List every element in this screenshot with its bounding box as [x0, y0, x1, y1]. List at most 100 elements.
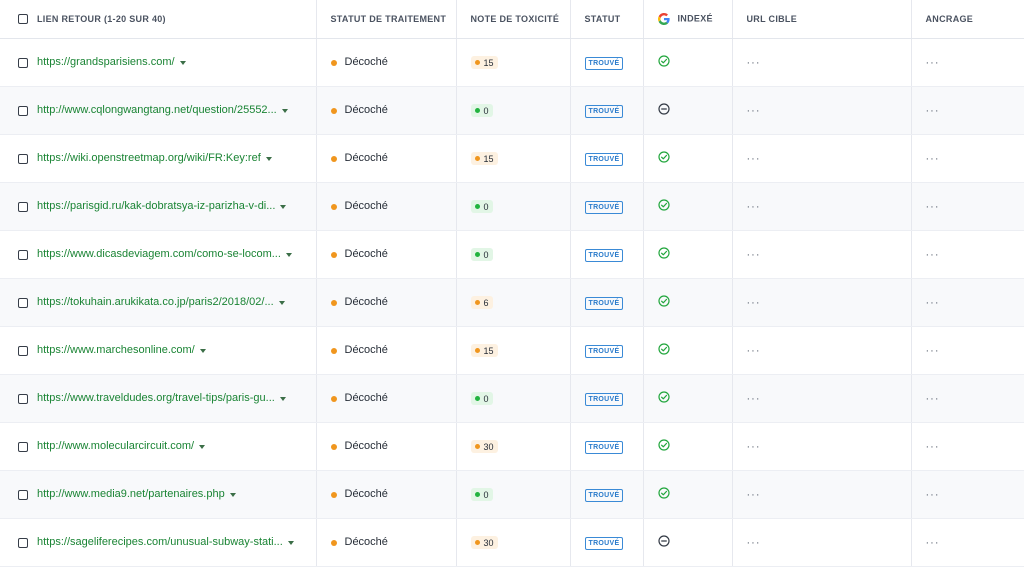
toxicity-value: 0: [483, 489, 489, 500]
toxicity-dot-icon: [474, 204, 480, 209]
cell-indexed: [643, 38, 733, 87]
cell-backlink: https://sageliferecipes.com/unusual-subw…: [0, 518, 317, 567]
backlink-url-link[interactable]: https://wiki.openstreetmap.org/wiki/FR:K…: [37, 153, 261, 165]
check-circle-icon: [657, 151, 670, 166]
cell-indexed: [643, 86, 733, 135]
caret-down-icon[interactable]: [199, 348, 206, 353]
cell-backlink: https://tokuhain.arukikata.co.jp/paris2/…: [0, 278, 317, 327]
status-badge: TROUVÉ: [584, 536, 624, 550]
cell-target-url: ···: [732, 86, 912, 135]
header-anchor[interactable]: ANCRAGE: [911, 0, 1024, 39]
status-badge: TROUVÉ: [584, 56, 624, 70]
header-target-url[interactable]: URL CIBLE: [732, 0, 912, 39]
row-checkbox[interactable]: [18, 297, 28, 308]
processing-status-text: Décoché: [344, 56, 388, 69]
toxicity-badge: 0: [470, 488, 493, 501]
row-checkbox[interactable]: [18, 105, 28, 116]
backlink-url-link[interactable]: https://www.dicasdeviagem.com/como-se-lo…: [37, 249, 281, 261]
header-toxicity[interactable]: NOTE DE TOXICITÉ: [456, 0, 571, 39]
caret-down-icon[interactable]: [229, 492, 236, 497]
cell-status: TROUVÉ: [570, 470, 644, 519]
toxicity-value: 30: [483, 537, 494, 548]
backlink-url-link[interactable]: https://parisgid.ru/kak-dobratsya-iz-par…: [37, 201, 275, 213]
status-badge: TROUVÉ: [584, 104, 624, 118]
cell-processing-status: Décoché: [316, 374, 457, 423]
header-status[interactable]: STATUT: [570, 0, 644, 39]
status-dot-icon: [330, 395, 337, 402]
row-checkbox[interactable]: [18, 537, 28, 548]
caret-down-icon[interactable]: [285, 252, 292, 257]
caret-down-icon[interactable]: [278, 300, 285, 305]
header-backlink-label: LIEN RETOUR (1-20 SUR 40): [37, 13, 166, 24]
minus-circle-icon: [657, 535, 670, 550]
target-url-value: ···: [746, 488, 761, 501]
cell-anchor: ···: [911, 38, 1024, 87]
cell-target-url: ···: [732, 422, 912, 471]
cell-target-url: ···: [732, 134, 912, 183]
cell-backlink: https://www.marchesonline.com/: [0, 326, 317, 375]
caret-down-icon[interactable]: [281, 108, 288, 113]
toxicity-badge: 15: [470, 56, 498, 69]
check-circle-icon: [657, 439, 670, 454]
backlink-url-link[interactable]: https://www.traveldudes.org/travel-tips/…: [37, 393, 275, 405]
toxicity-dot-icon: [474, 300, 480, 305]
backlink-url-link[interactable]: http://www.media9.net/partenaires.php: [37, 489, 225, 501]
row-checkbox[interactable]: [18, 441, 28, 452]
row-checkbox[interactable]: [18, 201, 28, 212]
cell-processing-status: Décoché: [316, 86, 457, 135]
caret-down-icon[interactable]: [199, 444, 206, 449]
backlink-url-link[interactable]: https://sageliferecipes.com/unusual-subw…: [37, 537, 283, 549]
caret-down-icon[interactable]: [287, 540, 294, 545]
anchor-value: ···: [925, 392, 940, 405]
row-checkbox[interactable]: [18, 153, 28, 164]
row-checkbox[interactable]: [18, 489, 28, 500]
anchor-value: ···: [925, 344, 940, 357]
table-row: https://www.marchesonline.com/Décoché 15 T…: [0, 326, 1024, 375]
caret-down-icon[interactable]: [179, 60, 186, 65]
row-checkbox[interactable]: [18, 345, 28, 356]
status-badge: TROUVÉ: [584, 200, 624, 214]
select-all-checkbox[interactable]: [18, 14, 28, 25]
toxicity-dot-icon: [474, 60, 480, 65]
header-processing-status[interactable]: STATUT DE TRAITEMENT: [316, 0, 457, 39]
cell-anchor: ···: [911, 230, 1024, 279]
cell-processing-status: Décoché: [316, 38, 457, 87]
status-badge: TROUVÉ: [584, 344, 624, 358]
cell-indexed: [643, 374, 733, 423]
row-checkbox[interactable]: [18, 249, 28, 260]
table-row: http://www.media9.net/partenaires.php Déc…: [0, 470, 1024, 519]
cell-toxicity: 15: [456, 134, 571, 183]
table-row: https://grandsparisiens.com/Décoché 15 TRO…: [0, 38, 1024, 87]
row-checkbox[interactable]: [18, 393, 28, 404]
status-badge: TROUVÉ: [584, 488, 624, 502]
cell-backlink: https://www.dicasdeviagem.com/como-se-lo…: [0, 230, 317, 279]
caret-down-icon[interactable]: [265, 156, 272, 161]
table-row: https://wiki.openstreetmap.org/wiki/FR:K…: [0, 134, 1024, 183]
check-circle-icon: [657, 391, 670, 406]
status-dot-icon: [330, 347, 337, 354]
target-url-value: ···: [746, 200, 761, 213]
cell-anchor: ···: [911, 470, 1024, 519]
cell-toxicity: 15: [456, 326, 571, 375]
backlink-url-link[interactable]: http://www.molecularcircuit.com/: [37, 441, 194, 453]
cell-toxicity: 15: [456, 38, 571, 87]
caret-down-icon[interactable]: [280, 204, 287, 209]
cell-indexed: [643, 422, 733, 471]
cell-status: TROUVÉ: [570, 278, 644, 327]
row-checkbox[interactable]: [18, 57, 28, 68]
toxicity-value: 0: [483, 249, 489, 260]
header-indexed[interactable]: INDEXÉ: [643, 0, 733, 39]
backlink-url-link[interactable]: https://grandsparisiens.com/: [37, 57, 175, 69]
cell-indexed: [643, 134, 733, 183]
backlink-url-link[interactable]: http://www.cqlongwangtang.net/question/2…: [37, 105, 277, 117]
backlink-url-link[interactable]: https://tokuhain.arukikata.co.jp/paris2/…: [37, 297, 274, 309]
cell-backlink: http://www.molecularcircuit.com/: [0, 422, 317, 471]
cell-indexed: [643, 326, 733, 375]
backlink-url-link[interactable]: https://www.marchesonline.com/: [37, 345, 195, 357]
caret-down-icon[interactable]: [279, 396, 286, 401]
toxicity-badge: 0: [470, 104, 493, 117]
cell-status: TROUVÉ: [570, 134, 644, 183]
cell-target-url: ···: [732, 230, 912, 279]
cell-processing-status: Décoché: [316, 278, 457, 327]
cell-indexed: [643, 518, 733, 567]
